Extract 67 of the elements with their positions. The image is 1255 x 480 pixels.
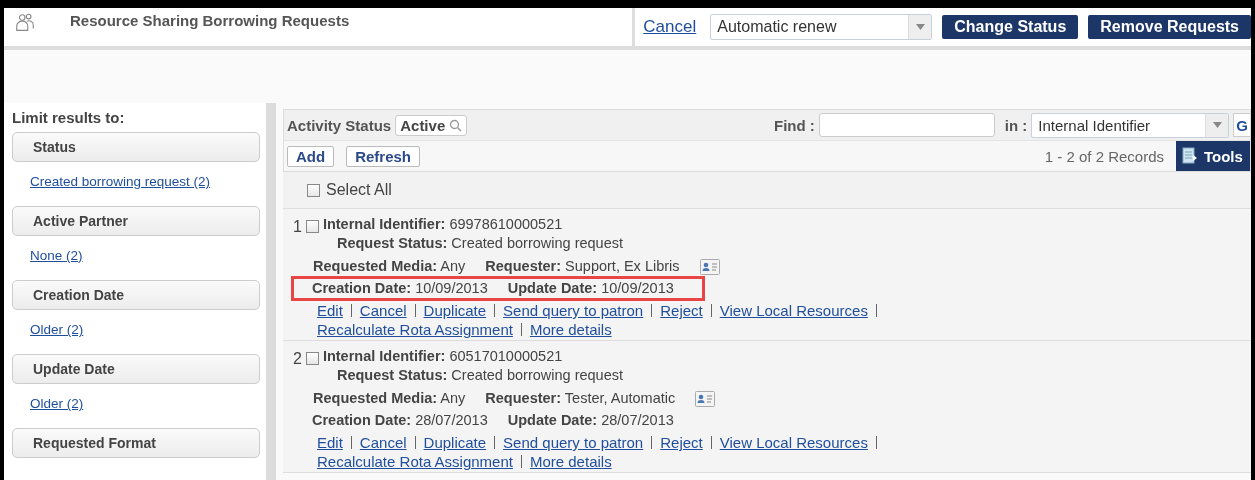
action-link[interactable]: More details [529, 320, 612, 339]
field-dropdown[interactable]: Internal Identifier [1031, 112, 1230, 138]
update-date-text: Update Date: 28/07/2013 [507, 411, 674, 430]
facet-header[interactable]: Requested Format [12, 428, 260, 458]
table-icon [1182, 147, 1198, 165]
facet-header[interactable]: Update Date [12, 354, 260, 384]
action-link[interactable]: More details [529, 452, 612, 471]
media-text: Requested Media: Any [313, 257, 466, 276]
creation-date-text: Creation Date: 10/09/2013 [312, 279, 488, 298]
row-number: 2 [293, 350, 302, 368]
action-link[interactable]: Send query to patron [503, 433, 644, 452]
requester-text: Requester: Support, Ex Libris [485, 257, 680, 276]
activity-filter[interactable]: Active [395, 114, 468, 136]
facet-option[interactable]: Older (2) [30, 322, 84, 337]
go-button[interactable]: G [1233, 113, 1250, 137]
select-all-label: Select All [326, 181, 392, 199]
page-title: Resource Sharing Borrowing Requests [70, 12, 350, 29]
status-text: Request Status: Created borrowing request [335, 234, 623, 253]
facet-option[interactable]: Created borrowing request (2) [30, 174, 211, 189]
update-date-text: Update Date: 10/09/2013 [507, 279, 674, 298]
in-label: in : [1004, 116, 1028, 134]
action-link[interactable]: Reject [660, 301, 703, 320]
action-button[interactable]: Remove Requests [1088, 15, 1251, 39]
record-count: 1 - 2 of 2 Records [1044, 147, 1164, 165]
status-text: Request Status: Created borrowing request [335, 366, 623, 385]
dropdown-arrow-icon [1212, 122, 1222, 128]
action-link[interactable]: Cancel [359, 433, 407, 452]
contact-card-icon[interactable] [695, 390, 716, 407]
status-dropdown[interactable]: Automatic renew [710, 14, 933, 40]
action-link[interactable]: Cancel [359, 301, 407, 320]
tools-button[interactable]: Tools [1176, 141, 1250, 171]
dropdown-arrow-icon [915, 24, 925, 30]
facet-option[interactable]: Older (2) [30, 396, 84, 411]
sidebar-title: Limit results to: [12, 109, 126, 126]
action-link[interactable]: Reject [660, 433, 703, 452]
action-button[interactable]: Change Status [942, 15, 1079, 39]
row-number: 1 [293, 218, 302, 236]
action-link[interactable]: Recalculate Rota Assignment [317, 452, 513, 471]
find-label: Find : [774, 116, 815, 134]
checkbox[interactable] [305, 352, 319, 365]
cancel-link[interactable]: Cancel [643, 17, 697, 37]
identifier-text: Internal Identifier: 60517010000521 [322, 347, 564, 366]
find-field[interactable] [818, 113, 995, 137]
action-link[interactable]: Recalculate Rota Assignment [317, 320, 513, 339]
requester-text: Requester: Tester, Automatic [485, 389, 676, 408]
facet-header[interactable]: Creation Date [12, 280, 260, 310]
action-link[interactable]: Duplicate [423, 433, 487, 452]
identifier-text: Internal Identifier: 69978610000521 [322, 215, 564, 234]
people-icon [14, 12, 36, 34]
checkbox[interactable] [305, 220, 319, 233]
facet-header[interactable]: Status [12, 132, 260, 162]
creation-date-text: Creation Date: 28/07/2013 [312, 411, 488, 430]
action-link[interactable]: Edit [317, 433, 343, 452]
filter-label: Activity Status [287, 116, 392, 134]
search-icon[interactable] [449, 118, 463, 132]
checkbox[interactable] [307, 183, 320, 197]
action-link[interactable]: Duplicate [423, 301, 487, 320]
action-link[interactable]: Edit [317, 301, 343, 320]
toolbar-button[interactable]: Add [287, 145, 335, 167]
facet-header[interactable]: Active Partner [12, 206, 260, 236]
action-link[interactable]: View Local Resources [719, 301, 868, 320]
action-link[interactable]: Send query to patron [503, 301, 644, 320]
media-text: Requested Media: Any [313, 389, 466, 408]
toolbar-button[interactable]: Refresh [346, 145, 421, 167]
contact-card-icon[interactable] [699, 258, 720, 275]
facet-option[interactable]: None (2) [30, 248, 83, 263]
action-link[interactable]: View Local Resources [719, 433, 868, 452]
